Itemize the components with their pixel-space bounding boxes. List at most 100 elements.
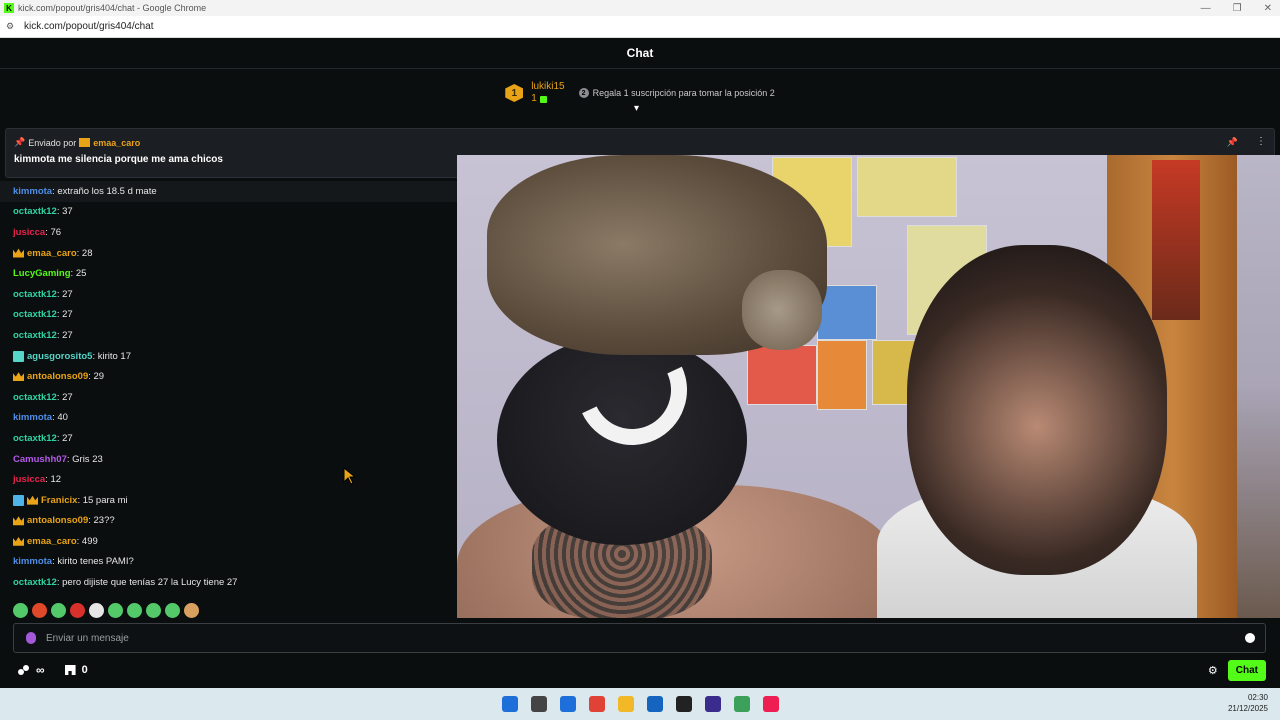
message-username[interactable]: octaxtk12 — [13, 309, 57, 320]
taskbar-app-icon[interactable] — [646, 696, 663, 712]
chat-message: jusicca: 76 — [0, 222, 457, 243]
crown-badge-icon — [27, 495, 38, 505]
message-text: : Gris 23 — [66, 453, 103, 465]
message-username[interactable]: octaxtk12 — [13, 577, 57, 588]
taskbar-app-icon[interactable] — [762, 696, 779, 712]
gift-badge-icon — [13, 350, 24, 362]
gift-leaderboard: 1 lukiki15 1 2 Regala 1 suscripción para… — [0, 69, 1280, 117]
pinned-by-user[interactable]: emaa_caro — [93, 138, 140, 148]
more-options-icon[interactable]: ⋮ — [1256, 136, 1266, 147]
clock-date: 21/12/2025 — [1227, 704, 1268, 713]
window-controls: — ❐ ✕ — [1201, 0, 1272, 16]
unpin-icon[interactable]: 📌 — [1227, 137, 1238, 148]
close-icon[interactable]: ✕ — [1264, 3, 1272, 14]
emote-icon[interactable] — [70, 603, 85, 618]
settings-gear-icon[interactable]: ⚙ — [1208, 664, 1218, 677]
kick-app-icon: K — [4, 3, 14, 13]
mic-icon[interactable] — [26, 632, 36, 644]
message-text: : pero dijiste que tenías 27 la Lucy tie… — [56, 577, 238, 589]
emote-icon[interactable] — [32, 603, 47, 618]
taskbar-app-icon[interactable] — [675, 696, 692, 712]
message-username[interactable]: octaxtk12 — [13, 330, 57, 341]
chat-message: jusicca: 12 — [0, 469, 457, 490]
message-username[interactable]: antoalonso09 — [27, 371, 88, 382]
taskbar-app-icon[interactable] — [559, 696, 576, 712]
chat-message: octaxtk12: 27 — [0, 284, 457, 305]
message-text: : 28 — [76, 247, 93, 259]
message-text: : 27 — [56, 288, 73, 300]
message-username[interactable]: jusicca — [13, 227, 45, 238]
chat-message: octaxtk12: 27 — [0, 387, 457, 408]
restore-icon[interactable]: ❐ — [1233, 3, 1242, 14]
stream-video-overlay[interactable] — [457, 155, 1280, 618]
emote-icon[interactable] — [184, 603, 199, 618]
taskbar-app-icon[interactable] — [617, 696, 634, 712]
pinned-by-label: Enviado por — [28, 137, 77, 148]
chat-message: octaxtk12: 27 — [0, 305, 457, 326]
url-text[interactable]: kick.com/popout/gris404/chat — [24, 21, 154, 32]
message-username[interactable]: LucyGaming — [13, 268, 71, 279]
store-icon[interactable] — [64, 665, 76, 675]
minimize-icon[interactable]: — — [1201, 3, 1211, 14]
kicks-coins-icon[interactable] — [18, 664, 30, 676]
chat-message: emaa_caro: 28 — [0, 243, 457, 264]
send-chat-button[interactable]: Chat — [1227, 659, 1266, 681]
crown-badge-icon — [79, 138, 91, 147]
address-bar[interactable]: ⚙ kick.com/popout/gris404/chat — [0, 16, 1280, 38]
chat-message: kimmota: 40 — [0, 408, 457, 429]
wall-art — [747, 345, 817, 405]
chat-message-list: kimmota: extraño los 18.5 d mate octaxtk1… — [0, 181, 457, 593]
emote-icon[interactable] — [13, 603, 28, 618]
expand-chevron-icon[interactable]: ▾ — [634, 103, 639, 114]
crown-badge-icon — [13, 248, 24, 258]
leaderboard-username[interactable]: lukiki15 — [531, 81, 564, 93]
message-text: : kirito 17 — [92, 350, 131, 362]
message-input[interactable] — [46, 632, 1245, 644]
emote-icon[interactable] — [89, 603, 104, 618]
video-poster — [1152, 160, 1200, 320]
message-username[interactable]: kimmota — [13, 412, 52, 423]
message-username[interactable]: kimmota — [13, 186, 52, 197]
gift-count-value: 1 — [531, 93, 537, 104]
message-text: : kirito tenes PAMI? — [52, 556, 134, 568]
emote-icon[interactable] — [165, 603, 180, 618]
emote-icon[interactable] — [127, 603, 142, 618]
message-username[interactable]: jusicca — [13, 474, 45, 485]
site-settings-icon[interactable]: ⚙ — [6, 21, 18, 32]
message-username[interactable]: agusgorosito5 — [27, 351, 92, 362]
taskbar-app-icon[interactable] — [588, 696, 605, 712]
chat-message: octaxtk12: 27 — [0, 428, 457, 449]
message-username[interactable]: Franicix — [41, 495, 77, 506]
message-username[interactable]: octaxtk12 — [13, 206, 57, 217]
message-username[interactable]: emaa_caro — [27, 248, 77, 259]
message-username[interactable]: octaxtk12 — [13, 433, 57, 444]
message-text: : 40 — [52, 412, 68, 424]
wall-art — [857, 157, 957, 217]
chat-message: Franicix: 15 para mi — [0, 490, 457, 511]
kick-chat-popout: Chat 1 lukiki15 1 2 Regala 1 suscripción… — [0, 38, 1280, 688]
taskbar-app-icon[interactable] — [733, 696, 750, 712]
emote-icon[interactable] — [108, 603, 123, 618]
emote-icon[interactable] — [146, 603, 161, 618]
taskbar-app-icon[interactable] — [501, 696, 518, 712]
message-username[interactable]: emaa_caro — [27, 536, 77, 547]
emote-icon[interactable] — [51, 603, 66, 618]
emoji-picker-icon[interactable] — [1245, 633, 1255, 643]
message-username[interactable]: kimmota — [13, 556, 52, 567]
chat-message: Camushh07: Gris 23 — [0, 449, 457, 470]
taskbar-app-icon[interactable] — [704, 696, 721, 712]
message-username[interactable]: antoalonso09 — [27, 515, 88, 526]
chat-input-box[interactable] — [13, 623, 1266, 653]
video-person-right-head — [907, 245, 1167, 575]
leaderboard-cta[interactable]: 2 Regala 1 suscripción para tomar la pos… — [578, 88, 775, 98]
video-cat-face — [742, 270, 822, 350]
message-username[interactable]: octaxtk12 — [13, 289, 57, 300]
chat-footer: ∞ 0 ⚙ Chat — [0, 657, 1280, 683]
taskbar-clock[interactable]: 02:30 21/12/2025 — [1228, 692, 1268, 714]
message-username[interactable]: octaxtk12 — [13, 392, 57, 403]
message-username[interactable]: Camushh07 — [13, 454, 67, 465]
taskbar-icons — [501, 696, 779, 712]
leaderboard-entry[interactable]: lukiki15 1 — [531, 81, 564, 105]
taskbar-app-icon[interactable] — [530, 696, 547, 712]
chat-message: LucyGaming: 25 — [0, 263, 457, 284]
